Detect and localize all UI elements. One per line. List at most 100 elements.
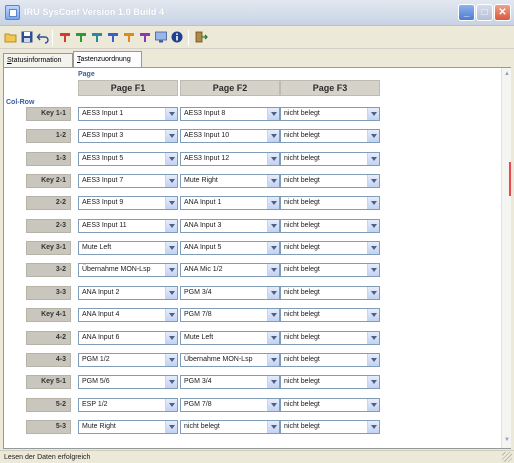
chevron-down-icon[interactable] [165, 376, 177, 388]
exit-icon[interactable] [194, 30, 208, 44]
assignment-dropdown[interactable]: Mute Right [180, 174, 280, 188]
assignment-dropdown[interactable]: nicht belegt [280, 196, 380, 210]
assignment-dropdown[interactable]: nicht belegt [280, 375, 380, 389]
chevron-down-icon[interactable] [267, 108, 279, 120]
assignment-dropdown[interactable]: PGM 3/4 [180, 286, 280, 300]
chevron-down-icon[interactable] [165, 309, 177, 321]
chevron-down-icon[interactable] [367, 220, 379, 232]
assignment-dropdown[interactable]: nicht belegt [280, 331, 380, 345]
assignment-dropdown[interactable]: nicht belegt [280, 241, 380, 255]
chevron-down-icon[interactable] [267, 130, 279, 142]
save-icon[interactable] [20, 30, 34, 44]
open-folder-icon[interactable] [4, 30, 18, 44]
assignment-dropdown[interactable]: nicht belegt [280, 107, 380, 121]
assignment-dropdown[interactable]: nicht belegt [280, 129, 380, 143]
assignment-dropdown[interactable]: PGM 7/8 [180, 398, 280, 412]
assignment-dropdown[interactable]: Übernahme MON-Lsp [78, 263, 178, 277]
assignment-dropdown[interactable]: nicht belegt [280, 286, 380, 300]
chevron-down-icon[interactable] [367, 175, 379, 187]
chevron-down-icon[interactable] [267, 421, 279, 433]
chevron-down-icon[interactable] [165, 130, 177, 142]
resize-grip-icon[interactable] [502, 452, 512, 462]
chevron-down-icon[interactable] [165, 220, 177, 232]
chevron-down-icon[interactable] [165, 421, 177, 433]
assignment-dropdown[interactable]: ESP 1/2 [78, 398, 178, 412]
assignment-dropdown[interactable]: PGM 7/8 [180, 308, 280, 322]
chevron-down-icon[interactable] [165, 332, 177, 344]
tab-tastenzuordnung[interactable]: Tastenzuordnung [73, 51, 142, 68]
info-icon[interactable] [170, 30, 184, 44]
chevron-down-icon[interactable] [165, 399, 177, 411]
assignment-dropdown[interactable]: ANA Input 1 [180, 196, 280, 210]
assignment-dropdown[interactable]: nicht belegt [180, 420, 280, 434]
chevron-down-icon[interactable] [367, 130, 379, 142]
tab-statusinformation[interactable]: Statusinformation [3, 53, 73, 68]
undo-icon[interactable] [36, 30, 50, 44]
chevron-down-icon[interactable] [367, 197, 379, 209]
tool-teal-icon[interactable] [90, 30, 104, 44]
assignment-dropdown[interactable]: nicht belegt [280, 152, 380, 166]
chevron-down-icon[interactable] [367, 421, 379, 433]
assignment-dropdown[interactable]: PGM 1/2 [78, 353, 178, 367]
chevron-down-icon[interactable] [267, 354, 279, 366]
chevron-down-icon[interactable] [165, 153, 177, 165]
chevron-down-icon[interactable] [267, 175, 279, 187]
chevron-down-icon[interactable] [267, 376, 279, 388]
chevron-down-icon[interactable] [367, 332, 379, 344]
assignment-dropdown[interactable]: AES3 Input 5 [78, 152, 178, 166]
chevron-down-icon[interactable] [267, 264, 279, 276]
assignment-dropdown[interactable]: nicht belegt [280, 353, 380, 367]
vertical-scrollbar[interactable]: ▲ ▼ [501, 68, 511, 448]
assignment-dropdown[interactable]: Mute Right [78, 420, 178, 434]
chevron-down-icon[interactable] [165, 242, 177, 254]
assignment-dropdown[interactable]: ANA Input 2 [78, 286, 178, 300]
assignment-dropdown[interactable]: AES3 Input 8 [180, 107, 280, 121]
assignment-dropdown[interactable]: nicht belegt [280, 219, 380, 233]
tool-blue-icon[interactable] [106, 30, 120, 44]
assignment-dropdown[interactable]: AES3 Input 12 [180, 152, 280, 166]
chevron-down-icon[interactable] [267, 153, 279, 165]
assignment-dropdown[interactable]: Mute Left [78, 241, 178, 255]
tool-orange-icon[interactable] [122, 30, 136, 44]
tool-green-icon[interactable] [74, 30, 88, 44]
chevron-down-icon[interactable] [367, 376, 379, 388]
assignment-dropdown[interactable]: Mute Left [180, 331, 280, 345]
chevron-down-icon[interactable] [267, 242, 279, 254]
maximize-button[interactable]: □ [476, 4, 493, 21]
tool-red-icon[interactable] [58, 30, 72, 44]
assignment-dropdown[interactable]: AES3 Input 1 [78, 107, 178, 121]
chevron-down-icon[interactable] [367, 264, 379, 276]
assignment-dropdown[interactable]: ANA Input 3 [180, 219, 280, 233]
tool-purple-icon[interactable] [138, 30, 152, 44]
assignment-dropdown[interactable]: ANA Input 5 [180, 241, 280, 255]
title-bar[interactable]: IRU SysConf Version 1.0 Build 4 _ □ ✕ [0, 0, 514, 26]
assignment-dropdown[interactable]: nicht belegt [280, 420, 380, 434]
chevron-down-icon[interactable] [367, 108, 379, 120]
chevron-down-icon[interactable] [367, 399, 379, 411]
chevron-down-icon[interactable] [267, 220, 279, 232]
assignment-dropdown[interactable]: AES3 Input 3 [78, 129, 178, 143]
assignment-dropdown[interactable]: ANA Mic 1/2 [180, 263, 280, 277]
chevron-down-icon[interactable] [267, 197, 279, 209]
chevron-down-icon[interactable] [367, 309, 379, 321]
chevron-down-icon[interactable] [367, 287, 379, 299]
chevron-down-icon[interactable] [165, 175, 177, 187]
assignment-dropdown[interactable]: AES3 Input 7 [78, 174, 178, 188]
chevron-down-icon[interactable] [267, 287, 279, 299]
minimize-button[interactable]: _ [458, 4, 475, 21]
chevron-down-icon[interactable] [165, 287, 177, 299]
assignment-dropdown[interactable]: PGM 5/6 [78, 375, 178, 389]
assignment-dropdown[interactable]: AES3 Input 9 [78, 196, 178, 210]
assignment-dropdown[interactable]: ANA Input 6 [78, 331, 178, 345]
assignment-dropdown[interactable]: PGM 3/4 [180, 375, 280, 389]
chevron-down-icon[interactable] [165, 108, 177, 120]
chevron-down-icon[interactable] [267, 399, 279, 411]
chevron-down-icon[interactable] [165, 264, 177, 276]
assignment-dropdown[interactable]: AES3 Input 11 [78, 219, 178, 233]
assignment-dropdown[interactable]: nicht belegt [280, 308, 380, 322]
chevron-down-icon[interactable] [367, 153, 379, 165]
chevron-down-icon[interactable] [165, 354, 177, 366]
chevron-down-icon[interactable] [367, 354, 379, 366]
chevron-down-icon[interactable] [367, 242, 379, 254]
assignment-dropdown[interactable]: AES3 Input 10 [180, 129, 280, 143]
